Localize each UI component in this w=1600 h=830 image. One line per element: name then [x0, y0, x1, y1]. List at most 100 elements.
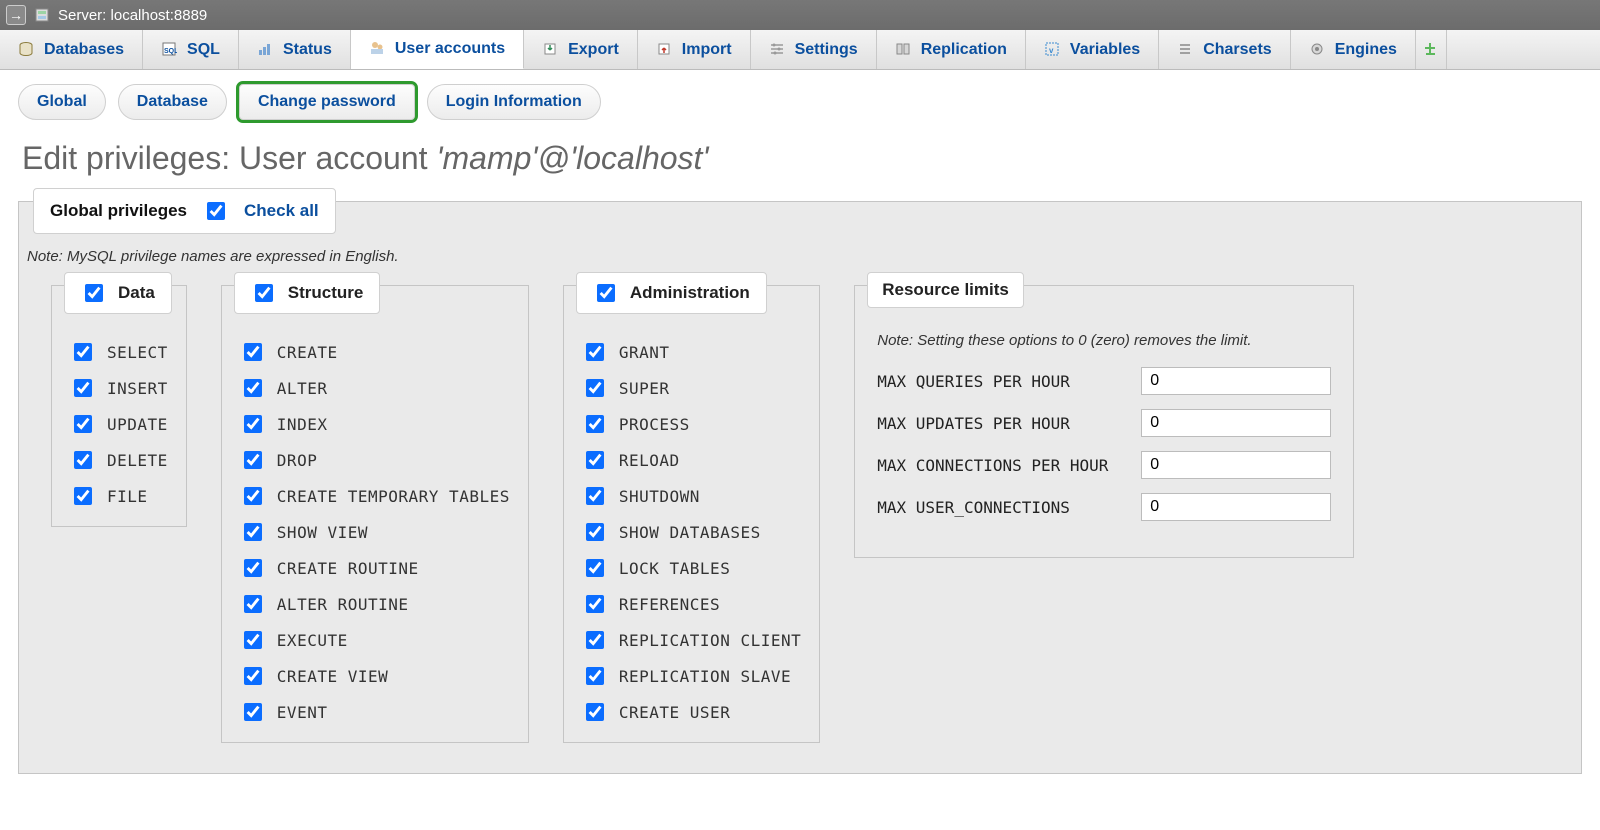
privilege-label: INDEX — [277, 415, 328, 434]
privilege-checkbox[interactable] — [244, 631, 262, 649]
subtab-global[interactable]: Global — [18, 84, 106, 120]
tab-engines[interactable]: Engines — [1291, 30, 1416, 69]
tab-export[interactable]: Export — [524, 30, 638, 69]
privilege-checkbox[interactable] — [586, 703, 604, 721]
privilege-label: RELOAD — [619, 451, 680, 470]
breadcrumb: → Server: localhost:8889 — [0, 0, 1600, 30]
admin-privileges-group: Administration GRANTSUPERPROCESSRELOADSH… — [563, 285, 820, 743]
svg-text:SQL: SQL — [164, 48, 177, 55]
admin-priv-list: GRANTSUPERPROCESSRELOADSHUTDOWNSHOW DATA… — [582, 340, 801, 724]
privilege-row: CREATE ROUTINE — [240, 556, 510, 580]
privilege-checkbox[interactable] — [244, 595, 262, 613]
privilege-checkbox[interactable] — [244, 343, 262, 361]
global-privileges-panel: Global privileges Check all Note: MySQL … — [18, 201, 1582, 774]
resource-limit-label: MAX QUERIES PER HOUR — [877, 372, 1127, 391]
privilege-checkbox[interactable] — [586, 343, 604, 361]
resource-limits-group: Resource limits Note: Setting these opti… — [854, 285, 1354, 558]
privilege-checkbox[interactable] — [74, 379, 92, 397]
tab-charsets[interactable]: Charsets — [1159, 30, 1290, 69]
structure-group-title: Structure — [288, 283, 364, 303]
users-icon — [369, 40, 387, 58]
title-prefix: Edit privileges: User account — [22, 140, 436, 176]
server-label[interactable]: Server: localhost:8889 — [58, 7, 207, 24]
resource-limit-input[interactable] — [1141, 409, 1331, 437]
privilege-checkbox[interactable] — [244, 667, 262, 685]
privilege-checkbox[interactable] — [586, 667, 604, 685]
server-icon — [34, 7, 50, 23]
nav-arrow-icon[interactable]: → — [6, 5, 26, 25]
tab-settings[interactable]: Settings — [751, 30, 877, 69]
privilege-checkbox[interactable] — [74, 451, 92, 469]
sub-tabs: Global Database Change password Login In… — [18, 84, 1582, 120]
privilege-checkbox[interactable] — [74, 415, 92, 433]
privilege-label: ALTER ROUTINE — [277, 595, 409, 614]
resource-limit-row: MAX UPDATES PER HOUR — [877, 409, 1331, 437]
privilege-row: INSERT — [70, 376, 168, 400]
subtab-change-password[interactable]: Change password — [239, 84, 415, 120]
privilege-row: ALTER ROUTINE — [240, 592, 510, 616]
privilege-row: INDEX — [240, 412, 510, 436]
sql-icon: SQL — [161, 41, 179, 59]
tab-databases[interactable]: Databases — [0, 30, 143, 69]
privilege-label: SELECT — [107, 343, 168, 362]
privilege-row: REPLICATION CLIENT — [582, 628, 801, 652]
privilege-row: CREATE — [240, 340, 510, 364]
privilege-label: INSERT — [107, 379, 168, 398]
tab-status[interactable]: Status — [239, 30, 351, 69]
privilege-checkbox[interactable] — [586, 523, 604, 541]
tab-import[interactable]: Import — [638, 30, 751, 69]
resource-limit-input[interactable] — [1141, 451, 1331, 479]
admin-group-checkbox[interactable] — [597, 284, 615, 302]
privilege-label: REFERENCES — [619, 595, 720, 614]
title-account: 'mamp'@'localhost' — [436, 140, 708, 176]
privilege-label: CREATE USER — [619, 703, 730, 722]
privilege-checkbox[interactable] — [244, 559, 262, 577]
privilege-checkbox[interactable] — [74, 343, 92, 361]
privilege-checkbox[interactable] — [244, 487, 262, 505]
subtab-login-information[interactable]: Login Information — [427, 84, 601, 120]
engines-icon — [1309, 41, 1327, 59]
privilege-checkbox[interactable] — [244, 451, 262, 469]
import-icon — [656, 41, 674, 59]
privilege-row: CREATE VIEW — [240, 664, 510, 688]
data-priv-list: SELECTINSERTUPDATEDELETEFILE — [70, 340, 168, 508]
privilege-checkbox[interactable] — [244, 379, 262, 397]
data-group-checkbox[interactable] — [85, 284, 103, 302]
tab-sql[interactable]: SQL SQL — [143, 30, 239, 69]
resource-limit-input[interactable] — [1141, 367, 1331, 395]
tab-more[interactable] — [1416, 30, 1447, 69]
privilege-checkbox[interactable] — [244, 523, 262, 541]
privilege-row: EVENT — [240, 700, 510, 724]
subtab-database[interactable]: Database — [118, 84, 227, 120]
privilege-checkbox[interactable] — [586, 379, 604, 397]
tab-variables[interactable]: v Variables — [1026, 30, 1159, 69]
privilege-checkbox[interactable] — [586, 631, 604, 649]
structure-group-checkbox[interactable] — [255, 284, 273, 302]
privilege-row: ALTER — [240, 376, 510, 400]
replication-icon — [895, 41, 913, 59]
privilege-label: DROP — [277, 451, 318, 470]
privilege-checkbox[interactable] — [586, 595, 604, 613]
page-content: Global Database Change password Login In… — [0, 70, 1600, 788]
privilege-label: REPLICATION CLIENT — [619, 631, 801, 650]
privilege-checkbox[interactable] — [244, 703, 262, 721]
tab-replication[interactable]: Replication — [877, 30, 1026, 69]
check-all-checkbox[interactable] — [207, 202, 225, 220]
privilege-row: DROP — [240, 448, 510, 472]
privilege-checkbox[interactable] — [586, 415, 604, 433]
tab-label: SQL — [187, 41, 220, 59]
privilege-checkbox[interactable] — [586, 559, 604, 577]
check-all-label[interactable]: Check all — [244, 201, 319, 221]
tab-label: Settings — [795, 41, 858, 59]
global-privileges-legend: Global privileges Check all — [33, 188, 336, 234]
privilege-checkbox[interactable] — [586, 451, 604, 469]
resource-limits-title: Resource limits — [867, 272, 1024, 308]
resource-limit-row: MAX USER_CONNECTIONS — [877, 493, 1331, 521]
privilege-checkbox[interactable] — [74, 487, 92, 505]
privilege-columns: Data SELECTINSERTUPDATEDELETEFILE Struct… — [19, 285, 1581, 773]
settings-icon — [769, 41, 787, 59]
privilege-checkbox[interactable] — [244, 415, 262, 433]
tab-user-accounts[interactable]: User accounts — [351, 30, 524, 69]
resource-limit-input[interactable] — [1141, 493, 1331, 521]
privilege-checkbox[interactable] — [586, 487, 604, 505]
